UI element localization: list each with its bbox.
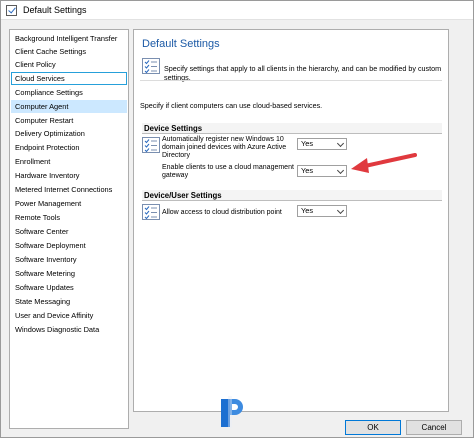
- window-title: Default Settings: [23, 5, 87, 15]
- panel-heading: Default Settings: [142, 38, 220, 50]
- watermark-logo: [221, 396, 243, 428]
- nav-item-computer-restart[interactable]: Computer Restart: [11, 114, 127, 127]
- setting-label-cloud-distribution-point: Allow access to cloud distribution point: [162, 209, 282, 216]
- setting-label-register-azure-ad: Automatically register new Windows 10 do…: [162, 136, 287, 160]
- settings-category-list[interactable]: Background Intelligent Transfer Client C…: [9, 29, 129, 429]
- cloud-management-gateway-dropdown[interactable]: Yes: [297, 165, 347, 177]
- cloud-distribution-point-dropdown[interactable]: Yes: [297, 205, 347, 217]
- chevron-down-icon: [336, 206, 345, 215]
- divider: [140, 80, 442, 81]
- nav-item-software-inventory[interactable]: Software Inventory: [11, 253, 127, 266]
- annotation-arrow-icon: [351, 153, 417, 173]
- settings-panel: Default Settings Specify settings that a…: [133, 29, 449, 412]
- nav-item-computer-agent[interactable]: Computer Agent: [11, 100, 127, 113]
- nav-item-enrollment[interactable]: Enrollment: [11, 155, 127, 168]
- setting-list-icon: [142, 137, 160, 153]
- nav-item-endpoint-protection[interactable]: Endpoint Protection: [11, 141, 127, 154]
- nav-item-software-deployment[interactable]: Software Deployment: [11, 239, 127, 252]
- nav-item-windows-diagnostic-data[interactable]: Windows Diagnostic Data: [11, 323, 127, 336]
- dropdown-value: Yes: [301, 206, 314, 215]
- dropdown-value: Yes: [301, 166, 314, 175]
- nav-item-metered-internet-connections[interactable]: Metered Internet Connections: [11, 183, 127, 196]
- nav-item-remote-tools[interactable]: Remote Tools: [11, 211, 127, 224]
- default-settings-dialog: Default Settings Background Intelligent …: [0, 0, 474, 438]
- nav-item-delivery-optimization[interactable]: Delivery Optimization: [11, 127, 127, 140]
- nav-item-compliance-settings[interactable]: Compliance Settings: [11, 86, 127, 99]
- nav-item-power-management[interactable]: Power Management: [11, 197, 127, 210]
- nav-item-user-and-device-affinity[interactable]: User and Device Affinity: [11, 309, 127, 322]
- cancel-button[interactable]: Cancel: [406, 420, 462, 435]
- setting-label-cloud-management-gateway: Enable clients to use a cloud management…: [162, 164, 294, 180]
- chevron-down-icon: [336, 139, 345, 148]
- section-description: Specify if client computers can use clou…: [140, 101, 323, 110]
- settings-list-icon: [142, 58, 160, 74]
- nav-item-state-messaging[interactable]: State Messaging: [11, 295, 127, 308]
- dropdown-value: Yes: [301, 139, 314, 148]
- settings-check-icon: [6, 5, 17, 16]
- group-header-device-settings: Device Settings: [142, 123, 442, 134]
- register-azure-ad-dropdown[interactable]: Yes: [297, 138, 347, 150]
- nav-item-software-metering[interactable]: Software Metering: [11, 267, 127, 280]
- chevron-down-icon: [336, 166, 345, 175]
- title-bar: Default Settings: [1, 1, 473, 20]
- nav-item-cloud-services[interactable]: Cloud Services: [11, 72, 127, 85]
- nav-item-background-intelligent-transfer[interactable]: Background Intelligent Transfer: [11, 32, 127, 45]
- nav-item-client-cache-settings[interactable]: Client Cache Settings: [11, 45, 127, 58]
- ok-button[interactable]: OK: [345, 420, 401, 435]
- nav-item-hardware-inventory[interactable]: Hardware Inventory: [11, 169, 127, 182]
- setting-list-icon: [142, 204, 160, 220]
- nav-item-client-policy[interactable]: Client Policy: [11, 58, 127, 71]
- nav-item-software-updates[interactable]: Software Updates: [11, 281, 127, 294]
- group-header-device-user-settings: Device/User Settings: [142, 190, 442, 201]
- nav-item-software-center[interactable]: Software Center: [11, 225, 127, 238]
